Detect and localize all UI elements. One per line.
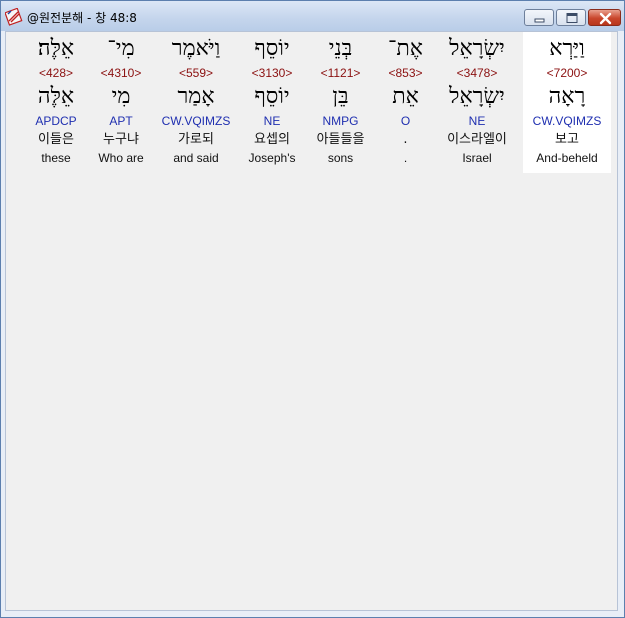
interlinear-view[interactable]: אֵלֶּה׃ <428> אֵלֶּה APDCP 이들은 these מִי… xyxy=(5,31,618,611)
english-gloss: And-beheld xyxy=(536,151,598,165)
word-column[interactable]: בְּנֵי <1121> בֵּן NMPG 아들들을 sons xyxy=(303,32,378,173)
morph-code: APT xyxy=(109,114,133,128)
morph-code: NMPG xyxy=(322,114,359,128)
korean-gloss: 가로되 xyxy=(178,132,214,147)
app-icon[interactable] xyxy=(5,8,23,26)
morph-code: NE xyxy=(263,114,281,128)
word-column[interactable]: וַיֹּאמֶר <559> אָמַר CW.VQIMZS 가로되 and … xyxy=(151,32,241,173)
hebrew-word: אֵלֶּה׃ xyxy=(37,36,75,61)
hebrew-lemma: יִשְׂרָאֵל xyxy=(449,84,505,109)
hebrew-word: יִשְׂרָאֵל xyxy=(449,36,505,61)
korean-gloss: 이스라엘이 xyxy=(447,132,507,147)
morph-code: NE xyxy=(468,114,486,128)
english-gloss: and said xyxy=(173,151,219,165)
strong-number: <7200> xyxy=(546,66,588,80)
morph-code: O xyxy=(400,114,411,128)
english-gloss: Joseph's xyxy=(248,151,296,165)
english-gloss: Israel xyxy=(462,151,492,165)
close-icon xyxy=(599,12,612,25)
korean-gloss: 요셉의 xyxy=(254,132,290,147)
korean-gloss: 보고 xyxy=(555,132,579,147)
hebrew-lemma: אֵלֶּה xyxy=(37,84,75,109)
strong-number: <3130> xyxy=(251,66,293,80)
word-column[interactable]: יִשְׂרָאֵל <3478> יִשְׂרָאֵל NE 이스라엘이 Is… xyxy=(433,32,521,173)
hebrew-word: וַיַּרְא xyxy=(549,36,585,61)
word-column[interactable]: אֶת־ <853> אֵת O . . xyxy=(378,32,433,173)
hebrew-lemma: אָמַר xyxy=(177,84,215,109)
word-column[interactable]: יוֹסֵף <3130> יוֹסֵף NE 요셉의 Joseph's xyxy=(241,32,303,173)
strong-number: <4310> xyxy=(100,66,142,80)
strong-number: <428> xyxy=(38,66,74,80)
strong-number: <1121> xyxy=(320,66,361,80)
hebrew-lemma: יוֹסֵף xyxy=(254,84,290,109)
hebrew-word: מִי־ xyxy=(107,36,135,61)
maximize-icon xyxy=(566,13,578,23)
hebrew-word: יוֹסֵף xyxy=(254,36,290,61)
hebrew-word: בְּנֵי xyxy=(328,36,353,61)
app-window: @원전분해 - 창 48:8 אֵלֶּה׃ <428> אֵלֶּה APDC xyxy=(0,0,625,618)
hebrew-lemma: מִי xyxy=(111,84,131,109)
korean-gloss: 누구냐 xyxy=(103,132,139,147)
window-title: @원전분해 - 창 48:8 xyxy=(27,11,137,25)
hebrew-word: אֶת־ xyxy=(387,36,424,61)
strong-number: <559> xyxy=(178,66,214,80)
morph-code: CW.VQIMZS xyxy=(532,114,602,128)
maximize-button[interactable] xyxy=(556,9,586,26)
english-gloss: Who are xyxy=(98,151,144,165)
hebrew-word: וַיֹּאמֶר xyxy=(171,36,221,61)
korean-gloss: 아들들을 xyxy=(316,132,365,147)
word-column[interactable]: אֵלֶּה׃ <428> אֵלֶּה APDCP 이들은 these xyxy=(21,32,91,173)
word-row: אֵלֶּה׃ <428> אֵלֶּה APDCP 이들은 these מִי… xyxy=(6,32,619,177)
hebrew-lemma: אֵת xyxy=(392,84,419,109)
close-button[interactable] xyxy=(588,9,621,26)
word-column[interactable]: מִי־ <4310> מִי APT 누구냐 Who are xyxy=(91,32,151,173)
minimize-icon xyxy=(534,18,545,23)
word-column-selected[interactable]: וַיַּרְא <7200> רָאָה CW.VQIMZS 보고 And-b… xyxy=(523,32,611,173)
english-gloss: . xyxy=(403,151,408,165)
english-gloss: sons xyxy=(327,151,354,165)
korean-gloss: 이들은 xyxy=(38,132,74,147)
hebrew-lemma: רָאָה xyxy=(548,84,586,109)
strong-number: <3478> xyxy=(456,66,498,80)
minimize-button[interactable] xyxy=(524,9,554,26)
korean-gloss: . xyxy=(403,132,408,147)
hebrew-lemma: בֵּן xyxy=(332,84,349,109)
title-bar[interactable]: @원전분해 - 창 48:8 xyxy=(1,1,624,31)
english-gloss: these xyxy=(41,151,71,165)
morph-code: APDCP xyxy=(35,114,77,128)
strong-number: <853> xyxy=(388,66,423,80)
morph-code: CW.VQIMZS xyxy=(161,114,231,128)
